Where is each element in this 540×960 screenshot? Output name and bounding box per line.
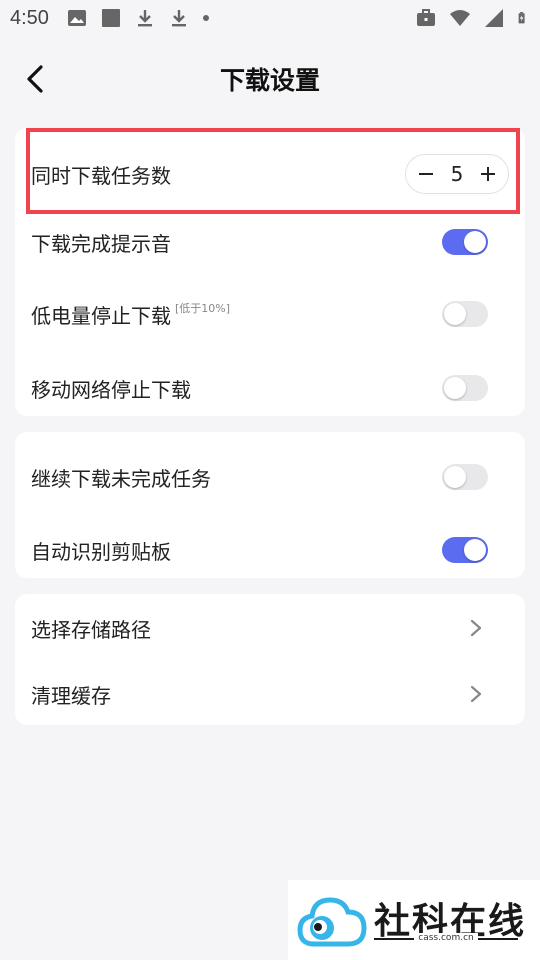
- status-left-icons: [67, 8, 209, 28]
- storage-path-row[interactable]: 选择存储路径: [15, 598, 525, 658]
- mobile-network-label: 移动网络停止下载: [31, 377, 191, 402]
- task-settings-card: 继续下载未完成任务 自动识别剪贴板: [15, 432, 525, 578]
- chevron-left-icon: [27, 65, 43, 93]
- low-battery-note: [低于10%]: [175, 302, 231, 315]
- chevron-right-icon: [470, 619, 482, 637]
- back-button[interactable]: [18, 62, 52, 96]
- storage-card: 选择存储路径 清理缓存: [15, 594, 525, 725]
- low-battery-toggle[interactable]: [442, 301, 488, 327]
- storage-path-label: 选择存储路径: [31, 617, 151, 642]
- complete-sound-label: 下载完成提示音: [31, 231, 171, 256]
- resume-tasks-row: 继续下载未完成任务: [15, 447, 525, 507]
- clear-cache-label: 清理缓存: [31, 683, 111, 708]
- low-battery-row: 低电量停止下载 [低于10%]: [15, 284, 525, 344]
- toggle-knob: [464, 231, 486, 253]
- signal-icon: [485, 9, 503, 27]
- image-icon: [67, 10, 86, 26]
- cloud-logo-icon: [297, 897, 367, 947]
- download-icon: [171, 10, 186, 27]
- toggle-knob: [444, 466, 466, 488]
- resume-tasks-label: 继续下载未完成任务: [31, 466, 211, 491]
- download-icon: [137, 10, 152, 27]
- status-right-icons: [416, 8, 530, 28]
- square-icon: [101, 9, 120, 27]
- wifi-icon: [450, 10, 470, 26]
- mobile-network-toggle[interactable]: [442, 375, 488, 401]
- status-bar: 4:50: [0, 0, 540, 36]
- clipboard-toggle[interactable]: [442, 537, 488, 563]
- header: 下载设置: [0, 50, 540, 108]
- complete-sound-row: 下载完成提示音: [15, 212, 525, 272]
- dot-icon: [202, 15, 209, 21]
- briefcase-icon: [417, 9, 435, 26]
- watermark: 社科在线 cass.com.cn: [288, 880, 540, 960]
- resume-tasks-toggle[interactable]: [442, 464, 488, 490]
- complete-sound-toggle[interactable]: [442, 229, 488, 255]
- highlight-box: [26, 128, 520, 214]
- clear-cache-row[interactable]: 清理缓存: [15, 664, 525, 724]
- status-time: 4:50: [10, 6, 49, 29]
- clipboard-label: 自动识别剪贴板: [31, 539, 171, 564]
- toggle-knob: [464, 539, 486, 561]
- low-battery-label: 低电量停止下载: [31, 303, 171, 328]
- chevron-right-icon: [470, 685, 482, 703]
- battery-charging-icon: [518, 12, 525, 24]
- toggle-knob: [444, 377, 466, 399]
- toggle-knob: [444, 303, 466, 325]
- watermark-sub-text: cass.com.cn: [414, 933, 478, 943]
- mobile-network-row: 移动网络停止下载: [15, 358, 525, 418]
- clipboard-row: 自动识别剪贴板: [15, 520, 525, 580]
- watermark-sub: cass.com.cn: [374, 933, 518, 950]
- page-title: 下载设置: [219, 66, 320, 95]
